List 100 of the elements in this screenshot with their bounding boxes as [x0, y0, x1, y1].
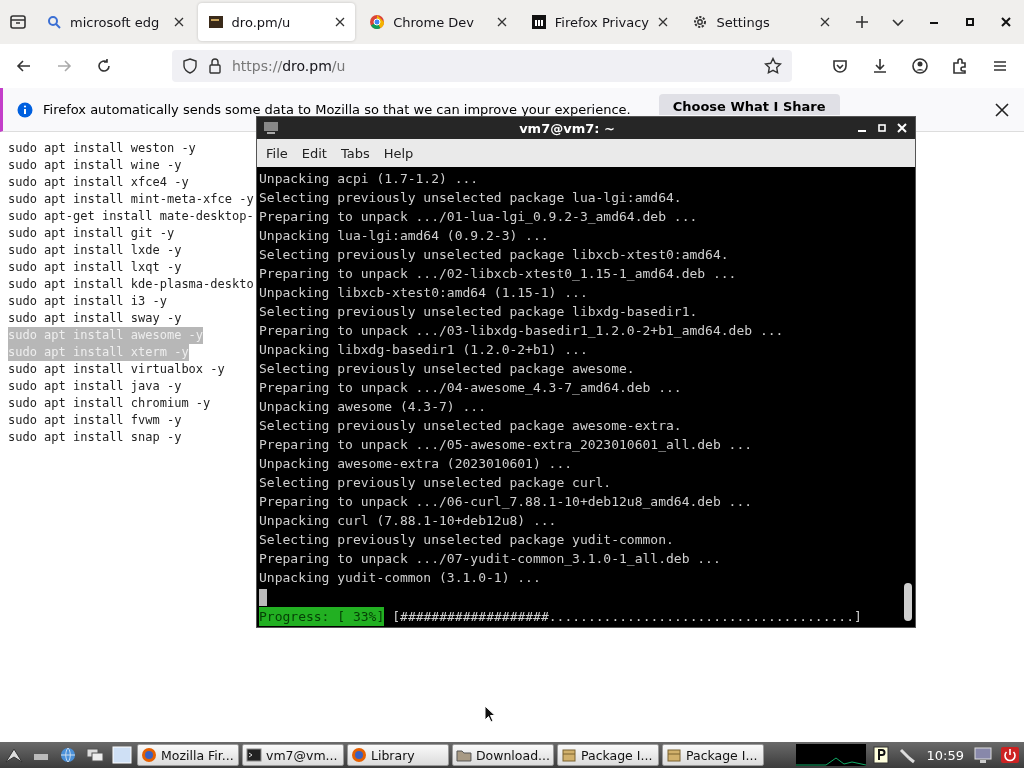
progress-label: Progress: [ 33%]: [259, 607, 385, 626]
command-line-text: sudo apt install kde-plasma-deskto: [8, 276, 254, 293]
close-icon[interactable]: [658, 17, 669, 27]
terminal-icon: [246, 747, 262, 763]
browser-tab[interactable]: dro.pm/u: [197, 3, 356, 41]
command-line-text: sudo apt install lxde -y: [8, 242, 182, 259]
command-line-text: sudo apt install wine -y: [8, 157, 182, 174]
lock-icon: [208, 58, 222, 74]
letter-logo-icon: [530, 14, 547, 30]
cpu-graph-icon: [795, 744, 866, 766]
browser-tab[interactable]: microsoft edg: [36, 3, 194, 41]
terminal-output-line: Preparing to unpack .../07-yudit-common_3.1.0-1_all.deb ...: [259, 550, 722, 568]
parking-icon[interactable]: [870, 746, 891, 764]
taskbar-button[interactable]: vm7@vm...: [242, 744, 344, 766]
browser-logo-icon: [141, 747, 157, 763]
terminal-output-line: Unpacking libxcb-xtest0:amd64 (1.15-1) ...: [259, 284, 589, 302]
command-line-text: sudo apt install lxqt -y: [8, 259, 182, 276]
terminal-output-line: Unpacking yudit-common (3.1.0-1) ...: [259, 569, 542, 587]
menu-item[interactable]: Help: [378, 143, 419, 163]
terminal-output-line: Preparing to unpack .../01-lua-lgi_0.9.2-3_amd64.deb ...: [259, 208, 699, 226]
terminal-output-line: Unpacking curl (7.88.1-10+deb12u8) ...: [259, 512, 558, 530]
search-icon: [46, 14, 62, 30]
mouse-pointer-icon: [484, 705, 496, 723]
terminal-output-line: Preparing to unpack .../04-awesome_4.3-7_amd64.deb ...: [259, 379, 683, 397]
taskbar-button[interactable]: Library: [347, 744, 449, 766]
terminal-output-line: Selecting previously unselected package awesome-extra.: [259, 417, 683, 435]
windows-icon[interactable]: [85, 746, 105, 764]
package-icon: [561, 747, 577, 763]
menu-item[interactable]: Tabs: [335, 143, 375, 163]
progress-bar-text: [###################.......................................]: [392, 608, 862, 626]
info-icon: [17, 101, 33, 118]
address-bar[interactable]: https://dro.pm/u: [172, 50, 792, 82]
taskbar-button[interactable]: Download...: [452, 744, 554, 766]
command-line-text: sudo apt install weston -y: [8, 140, 196, 157]
terminal-output-line: Selecting previously unselected package awesome.: [259, 360, 636, 378]
choose-what-i-share-button[interactable]: Choose What I Share: [658, 94, 840, 115]
package-icon: [666, 747, 682, 763]
terminal-output-line: Preparing to unpack .../06-curl_7.88.1-10+deb12u8_amd64.deb ...: [259, 493, 754, 511]
notification-text: Firefox automatically sends some data to Mozilla so that we can improve your experience.: [43, 102, 631, 117]
command-line-text: sudo apt install xfce4 -y: [8, 174, 189, 191]
text-cursor: [259, 589, 267, 606]
clock-text: 10:59: [925, 747, 965, 763]
site-favicon-icon: [207, 14, 224, 30]
power-icon[interactable]: [1000, 746, 1020, 764]
menu-item[interactable]: File: [261, 143, 293, 163]
command-line-text: sudo apt-get install mate-desktop-: [8, 208, 254, 225]
close-icon[interactable]: [895, 121, 909, 135]
download-icon[interactable]: [871, 57, 889, 75]
pocket-icon[interactable]: [831, 57, 849, 75]
command-line-text: sudo apt install java -y: [8, 378, 182, 395]
reload-icon[interactable]: [95, 57, 113, 75]
browser-tab[interactable]: Chrome Dev: [359, 3, 517, 41]
terminal-output-line: Selecting previously unselected package yudit-common.: [259, 531, 675, 549]
taskbar-button[interactable]: Package I...: [557, 744, 659, 766]
browser-tab[interactable]: Settings: [682, 3, 840, 41]
close-icon[interactable]: [173, 17, 184, 27]
terminal-output-line: Preparing to unpack .../02-libxcb-xtest0_1.15-1_amd64.deb ...: [259, 265, 738, 283]
display-icon[interactable]: [973, 746, 993, 764]
command-line-text: sudo apt install snap -y: [8, 429, 182, 446]
folder-icon: [456, 747, 472, 763]
command-line-text: sudo apt install git -y: [8, 225, 175, 242]
command-line-text: sudo apt install mint-meta-xfce -y: [8, 191, 254, 208]
command-line-text: sudo apt install sway -y: [8, 310, 182, 327]
terminal-output-line: Selecting previously unselected package curl.: [259, 474, 613, 492]
maximize-icon[interactable]: [875, 121, 889, 135]
monitor-icon: [263, 121, 279, 135]
terminal-output-line: Unpacking acpi (1.7-1.2) ...: [259, 170, 480, 188]
star-icon[interactable]: [764, 57, 782, 75]
command-line-text: sudo apt install i3 -y: [8, 293, 167, 310]
terminal-output-line: Preparing to unpack .../03-libxdg-basedir1_1.2.0-2+b1_amd64.deb ...: [259, 322, 785, 340]
command-line-text: sudo apt install chromium -y: [8, 395, 211, 412]
browser-logo-icon: [351, 747, 367, 763]
settings-icon: [692, 14, 709, 30]
tab-list-icon[interactable]: [9, 13, 27, 31]
taskbar-button[interactable]: Package I...: [662, 744, 764, 766]
close-icon[interactable]: [994, 101, 1010, 118]
extensions-icon[interactable]: [951, 57, 969, 75]
close-icon[interactable]: [496, 17, 507, 27]
terminal-output-line: Selecting previously unselected package libxdg-basedir1.: [259, 303, 699, 321]
start-menu-icon[interactable]: [4, 746, 24, 764]
window-title: vm7@vm7: ~: [518, 120, 616, 136]
command-line-text: sudo apt install fvwm -y: [8, 412, 182, 429]
terminal-output-line: Selecting previously unselected package lua-lgi:amd64.: [259, 189, 683, 207]
command-line-text: sudo apt install virtualbox -y: [8, 361, 225, 378]
globe-icon[interactable]: [58, 746, 78, 764]
shield-icon: [182, 58, 198, 74]
terminal-output-line: Unpacking libxdg-basedir1 (1.2.0-2+b1) ...: [259, 341, 589, 359]
terminal-output-line: Preparing to unpack .../05-awesome-extra_2023010601_all.deb ...: [259, 436, 754, 454]
terminal-output-line: Unpacking lua-lgi:amd64 (0.9.2-3) ...: [259, 227, 550, 245]
browser-tab[interactable]: Firefox Privacy: [520, 3, 679, 41]
terminal-output-line: Selecting previously unselected package libxcb-xtest0:amd64.: [259, 246, 730, 264]
scrollbar-thumb[interactable]: [904, 583, 912, 621]
taskbar-button[interactable]: Mozilla Fir...: [137, 744, 239, 766]
account-icon[interactable]: [911, 57, 929, 75]
close-icon[interactable]: [335, 17, 346, 27]
menu-item[interactable]: Edit: [296, 143, 332, 163]
close-icon[interactable]: [819, 17, 830, 27]
terminal-output-line: Unpacking awesome (4.3-7) ...: [259, 398, 487, 416]
circle-logo-icon: [369, 14, 386, 30]
terminal-output-line: Unpacking awesome-extra (2023010601) ...: [259, 455, 574, 473]
